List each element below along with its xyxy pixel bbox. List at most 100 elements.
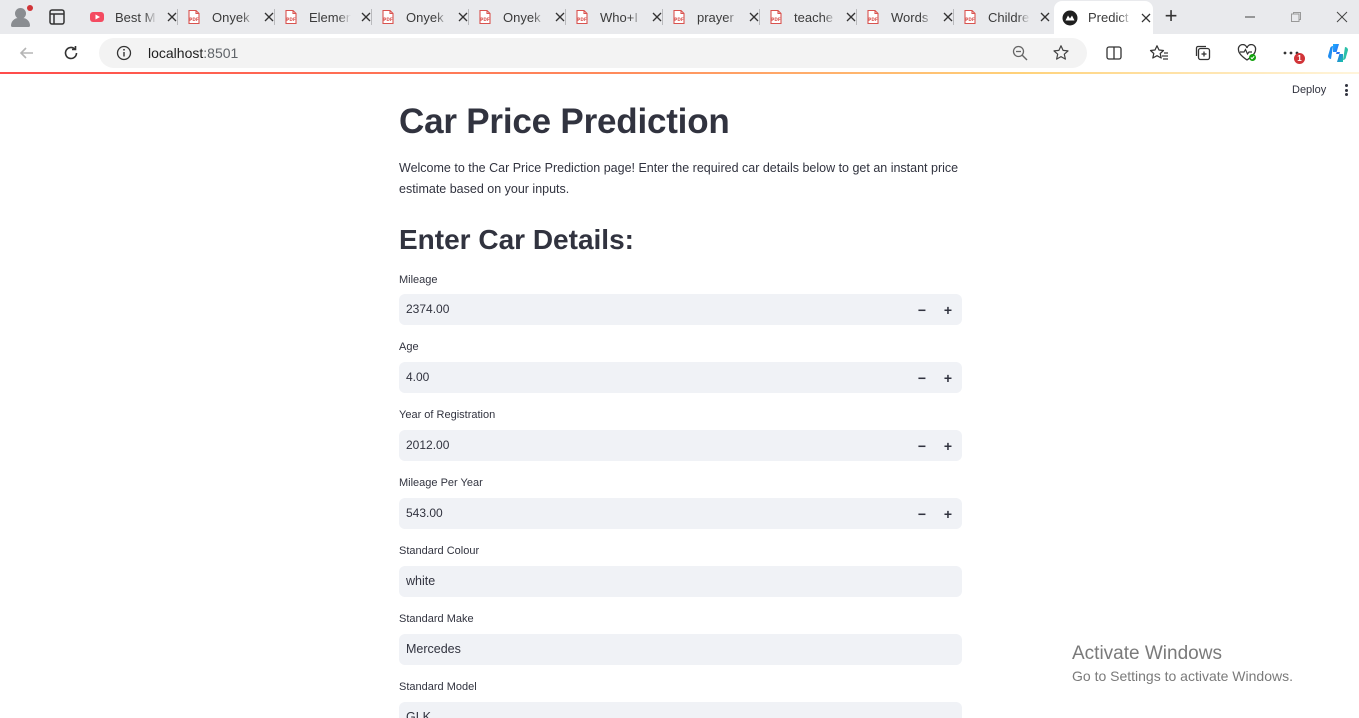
pdf-icon: PDF [671,9,687,25]
profile-alert-dot [27,5,33,11]
age-label: Age [399,341,419,353]
pdf-icon: PDF [283,9,299,25]
url-text[interactable]: localhost:8501 [148,45,238,61]
notification-badge: 1 [1294,53,1305,64]
browser-tab-4[interactable]: PDF Onyek [372,4,469,30]
favorite-star-icon[interactable] [1052,44,1070,67]
svg-text:PDF: PDF [771,17,781,22]
new-tab-button[interactable]: + [1160,5,1182,28]
browser-tab-1[interactable]: Best M [81,4,178,30]
year-of-registration-increment-button[interactable]: + [936,434,960,457]
year-of-registration-label: Year of Registration [399,409,496,421]
svg-text:PDF: PDF [674,17,684,22]
section-heading: Enter Car Details: [399,224,634,255]
standard-make-label: Standard Make [399,613,474,625]
site-info-icon[interactable] [116,45,132,66]
watermark-title: Activate Windows [1072,643,1222,664]
youtube-icon [89,9,105,25]
streamlit-icon [1062,10,1078,26]
page-title: Car Price Prediction [399,102,730,141]
age-decrement-button[interactable]: − [910,366,934,389]
refresh-icon[interactable] [60,42,82,64]
pdf-icon: PDF [574,9,590,25]
mileage-decrement-button[interactable]: − [910,298,934,321]
svg-text:PDF: PDF [189,17,199,22]
split-screen-icon[interactable] [1103,42,1125,64]
activate-windows-watermark: Activate Windows Go to Settings to activ… [1072,643,1293,684]
year-of-registration-decrement-button[interactable]: − [910,434,934,457]
minimize-button[interactable] [1227,0,1273,34]
svg-text:PDF: PDF [286,17,296,22]
svg-text:PDF: PDF [965,17,975,22]
browser-tab-9[interactable]: PDF Words [857,4,954,30]
tab-title: teache [794,9,834,25]
standard-model-input[interactable]: GLK [399,702,962,718]
mileage-per-year-decrement-button[interactable]: − [910,502,934,525]
standard-make-input[interactable]: Mercedes [399,634,962,665]
browser-tab-11[interactable]: Predict [1054,1,1153,34]
standard-colour-label: Standard Colour [399,545,480,557]
mileage-per-year-input[interactable]: 543.00 − + [399,498,962,529]
url-port: :8501 [203,45,239,61]
deploy-button[interactable]: Deploy [1284,82,1334,98]
pdf-icon: PDF [186,9,202,25]
close-tab-icon[interactable] [1038,9,1051,25]
mileage-input[interactable]: 2374.00 − + [399,294,962,325]
pdf-icon: PDF [380,9,396,25]
browser-tab-2[interactable]: PDF Onyek [178,4,275,30]
address-toolbar: localhost:8501 [0,34,1359,72]
tab-title: Elemen [309,9,352,25]
browser-tab-8[interactable]: PDF teache [760,4,857,30]
svg-text:PDF: PDF [480,17,490,22]
mileage-per-year-increment-button[interactable]: + [936,502,960,525]
collections-icon[interactable] [1192,42,1214,64]
svg-text:PDF: PDF [383,17,393,22]
intro-text: Welcome to the Car Price Prediction page… [399,161,959,196]
browser-tab-3[interactable]: PDF Elemen [275,4,372,30]
browser-tab-bar: Best M PDF Onyek PDF Elemen PDF Onyek PDF Onyek P… [0,0,1359,34]
mileage-increment-button[interactable]: + [936,298,960,321]
standard-colour-value[interactable]: white [406,574,435,588]
browser-tab-7[interactable]: PDF prayer [663,4,760,30]
browser-tab-6[interactable]: PDF Who+I [566,4,663,30]
back-arrow-icon[interactable] [16,42,38,64]
year-of-registration-input[interactable]: 2012.00 − + [399,430,962,461]
age-input[interactable]: 4.00 − + [399,362,962,393]
zoom-out-icon[interactable] [1012,45,1028,66]
mileage-per-year-value[interactable]: 543.00 [406,506,443,520]
main-menu-icon[interactable] [1341,84,1351,98]
watermark-subtitle: Go to Settings to activate Windows. [1072,668,1293,684]
tab-title: Predict [1088,10,1129,25]
tab-title: Onyek [503,9,541,25]
browser-tab-5[interactable]: PDF Onyek [469,4,566,30]
close-tab-icon[interactable] [1140,10,1153,26]
tab-title: prayer [697,9,734,25]
mileage-value[interactable]: 2374.00 [406,302,449,316]
browser-essentials-icon[interactable] [1236,42,1258,64]
close-window-button[interactable] [1319,0,1359,34]
url-host: localhost [148,45,204,61]
standard-colour-input[interactable]: white [399,566,962,597]
age-increment-button[interactable]: + [936,366,960,389]
mileage-per-year-label: Mileage Per Year [399,477,483,489]
tab-actions-icon[interactable] [48,8,68,26]
page-load-progress-bar [0,72,1359,74]
tab-title: Words [891,9,929,25]
copilot-icon[interactable] [1326,41,1350,65]
url-bar[interactable]: localhost:8501 [99,38,1087,68]
age-value[interactable]: 4.00 [406,370,429,384]
standard-model-label: Standard Model [399,681,477,693]
browser-tab-10[interactable]: PDF Childre [954,4,1051,30]
profile-avatar-icon[interactable] [8,5,34,29]
tab-title: Onyek [212,9,250,25]
standard-model-value[interactable]: GLK [406,710,431,718]
pdf-icon: PDF [865,9,881,25]
restore-button[interactable] [1273,0,1319,34]
mileage-label: Mileage [399,274,438,286]
svg-text:PDF: PDF [577,17,587,22]
tab-title: Onyek [406,9,444,25]
pdf-icon: PDF [768,9,784,25]
standard-make-value[interactable]: Mercedes [406,642,461,656]
favorites-icon[interactable] [1148,42,1170,64]
year-of-registration-value[interactable]: 2012.00 [406,438,449,452]
